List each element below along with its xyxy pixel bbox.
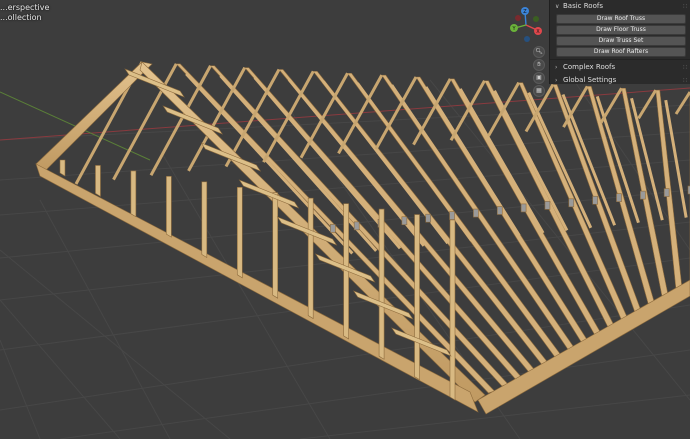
camera-view-icon[interactable]: ▣ xyxy=(533,72,545,84)
gusset-plate xyxy=(330,224,336,233)
draw-roof-truss-button[interactable]: Draw Roof Truss xyxy=(556,14,686,24)
gizmo-neg-x-axis xyxy=(515,15,521,21)
chevron-right-icon: › xyxy=(555,64,558,71)
complex-roofs-title: Complex Roofs xyxy=(563,63,616,71)
gusset-plate xyxy=(449,211,455,220)
truss-back-rafter xyxy=(599,87,623,124)
wall-stud xyxy=(449,219,456,401)
gable-ladder-rung xyxy=(200,142,262,172)
gizmo-x-label: X xyxy=(536,29,540,35)
panel-divider xyxy=(550,59,690,60)
grid-toggle-icon[interactable]: ▦ xyxy=(533,85,545,97)
wall-stud xyxy=(130,170,137,218)
gusset-plate xyxy=(568,198,575,208)
gusset-plate xyxy=(592,195,598,205)
drag-grip-icon[interactable]: ∷ xyxy=(683,74,687,87)
basic-roofs-title: Basic Roofs xyxy=(563,2,603,10)
draw-roof-rafters-button[interactable]: Draw Roof Rafters xyxy=(556,47,686,57)
roof-truss-model xyxy=(35,61,690,415)
wall-stud xyxy=(201,181,208,258)
gusset-plate xyxy=(640,190,646,200)
truss-back-rafter xyxy=(674,91,690,115)
gable-ladder-rung xyxy=(124,68,185,98)
gizmo-z-label: Z xyxy=(523,9,527,15)
truss-back-rafter xyxy=(412,78,452,146)
drag-grip-icon[interactable]: ∷ xyxy=(683,0,687,13)
wall-stud xyxy=(95,165,101,197)
navigation-gizmo[interactable]: Z X Y xyxy=(505,4,547,46)
gusset-plate xyxy=(496,206,503,215)
chevron-down-icon: ∨ xyxy=(555,3,560,10)
chevron-right-icon: › xyxy=(555,77,558,84)
global-settings-header[interactable]: › Global Settings ∷ xyxy=(550,74,690,87)
gizmo-neg-z-axis xyxy=(524,36,530,42)
sidebar-panel: ∨ Basic Roofs ∷ Draw Roof Truss Draw Flo… xyxy=(549,0,690,84)
view-label: ...erspective xyxy=(0,3,50,12)
wall-stud xyxy=(272,192,279,299)
pan-hand-icon[interactable]: ✋︎ xyxy=(533,59,545,71)
draw-truss-set-button[interactable]: Draw Truss Set xyxy=(556,36,686,46)
collection-label: ...ollection xyxy=(0,13,42,22)
gusset-plate xyxy=(616,193,622,202)
gizmo-neg-y-axis xyxy=(533,16,539,22)
truss-web xyxy=(390,84,497,239)
gusset-plate xyxy=(544,201,551,210)
gusset-plate xyxy=(425,213,432,223)
draw-floor-truss-button[interactable]: Draw Floor Truss xyxy=(556,25,686,35)
wall-stud xyxy=(307,197,314,320)
wall-stud xyxy=(378,208,385,360)
global-settings-title: Global Settings xyxy=(563,76,617,84)
zoom-icon[interactable]: 🔍︎ xyxy=(533,46,545,58)
wall-stud xyxy=(414,214,420,381)
basic-roofs-header[interactable]: ∨ Basic Roofs ∷ xyxy=(550,0,690,13)
gusset-plate xyxy=(520,203,527,213)
wall-stud xyxy=(59,159,66,177)
wall-stud xyxy=(236,186,243,279)
y-axis-line xyxy=(0,91,151,161)
truss-back-rafter xyxy=(637,89,658,120)
gusset-plate xyxy=(473,208,479,218)
truss-web xyxy=(595,95,640,224)
complex-roofs-header[interactable]: › Complex Roofs ∷ xyxy=(550,61,690,74)
gusset-plate xyxy=(353,221,360,231)
drag-grip-icon[interactable]: ∷ xyxy=(683,61,687,74)
wall-stud xyxy=(166,176,172,238)
gusset-plate xyxy=(663,188,670,197)
gusset-plate xyxy=(401,216,408,226)
